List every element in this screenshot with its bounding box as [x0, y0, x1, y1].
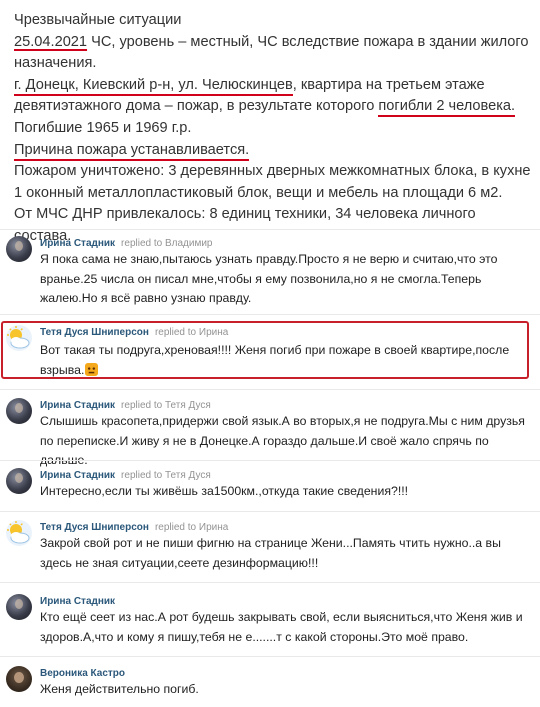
- report-cause: Причина пожара устанавливается.: [14, 141, 250, 161]
- replied-label: replied to: [121, 400, 163, 411]
- avatar[interactable]: [6, 468, 32, 494]
- avatar[interactable]: [6, 236, 32, 262]
- replied-to-name[interactable]: Ирина: [199, 522, 228, 533]
- comment-author[interactable]: Ирина Стадник: [40, 470, 115, 481]
- comment-text: Вот такая ты подруга,хреновая!!!! Женя п…: [40, 341, 535, 380]
- replied-to-name[interactable]: Владимир: [165, 238, 213, 249]
- comment-meta: Вероника Кастро: [40, 668, 125, 680]
- comment-text: Интересно,если ты живёшь за1500км.,откуд…: [40, 484, 409, 498]
- avatar[interactable]: [6, 325, 32, 351]
- comment-author[interactable]: Тетя Дуся Шниперсон: [40, 522, 149, 533]
- report-born: Погибшие 1965 и 1969 г.р.: [14, 119, 192, 136]
- report-date: 25.04.2021: [14, 33, 88, 50]
- comment-meta: Ирина Стадник replied to Тетя Дуся: [40, 470, 211, 482]
- replied-to-name[interactable]: Ирина: [199, 327, 228, 338]
- replied-to-name[interactable]: Тетя Дуся: [165, 470, 211, 481]
- avatar[interactable]: [6, 594, 32, 620]
- report-line-1: 25.04.2021 ЧС, уровень – местный, ЧС всл…: [14, 32, 536, 75]
- separator: [0, 389, 540, 390]
- sun-cloud-icon: [7, 326, 30, 349]
- comment-author[interactable]: Ирина Стадник: [40, 596, 115, 607]
- report-victims: погибли 2 человека.: [378, 98, 516, 118]
- comment-text: Я пока сама не знаю,пытаюсь узнать правд…: [40, 252, 498, 305]
- report-location: г. Донецк, Киевский р-н, ул. Челюскинцев: [14, 76, 293, 96]
- sun-cloud-icon: [7, 521, 30, 544]
- comment-meta: Ирина Стадник replied to Владимир: [40, 238, 212, 250]
- replied-label: replied to: [154, 327, 197, 338]
- separator: [0, 582, 540, 583]
- report-heading: Чрезвычайные ситуации: [14, 12, 182, 28]
- comment-author[interactable]: Вероника Кастро: [40, 668, 125, 679]
- separator: [0, 511, 540, 512]
- comment-author[interactable]: Ирина Стадник: [40, 400, 115, 411]
- avatar[interactable]: [6, 398, 32, 424]
- comment-meta: Ирина Стадник: [40, 596, 115, 608]
- report-line-1-text: ЧС, уровень – местный, ЧС вследствие пож…: [14, 33, 529, 72]
- report-cause-line: Причина пожара устанавливается.: [14, 140, 536, 162]
- comment-meta: Ирина Стадник replied to Тетя Дуся: [40, 400, 211, 412]
- replied-label: replied to: [121, 238, 163, 249]
- replied-to-name[interactable]: Тетя Дуся: [165, 400, 211, 411]
- report-destroyed: Пожаром уничтожено: 3 деревянных дверных…: [14, 163, 531, 201]
- replied-label: replied to: [154, 522, 197, 533]
- incident-report: Чрезвычайные ситуации 25.04.2021 ЧС, уро…: [14, 10, 536, 248]
- separator: [0, 656, 540, 657]
- comment-text: Закрой свой рот и не пиши фигню на стран…: [40, 536, 501, 570]
- comment-author[interactable]: Тетя Дуся Шниперсон: [40, 327, 149, 338]
- replied-label: replied to: [121, 470, 163, 481]
- comment-text: Слышишь красопета,придержи свой язык.А в…: [40, 414, 525, 467]
- comment-text-body: Вот такая ты подруга,хреновая!!!! Женя п…: [40, 343, 510, 377]
- comment-text: Женя действительно погиб.: [40, 682, 199, 696]
- angry-face-icon: [85, 362, 99, 376]
- separator: [0, 229, 540, 230]
- avatar[interactable]: [6, 666, 32, 692]
- comment-meta: Тетя Дуся Шниперсон replied to Ирина: [40, 522, 228, 534]
- report-line-2: г. Донецк, Киевский р-н, ул. Челюскинцев…: [14, 75, 536, 118]
- separator: [0, 314, 540, 315]
- avatar[interactable]: [6, 520, 32, 546]
- comment-meta: Тетя Дуся Шниперсон replied to Ирина: [40, 327, 228, 339]
- comment-text: Кто ещё сеет из нас.А рот будешь закрыва…: [40, 610, 523, 644]
- separator: [0, 460, 540, 461]
- comment-author[interactable]: Ирина Стадник: [40, 238, 115, 249]
